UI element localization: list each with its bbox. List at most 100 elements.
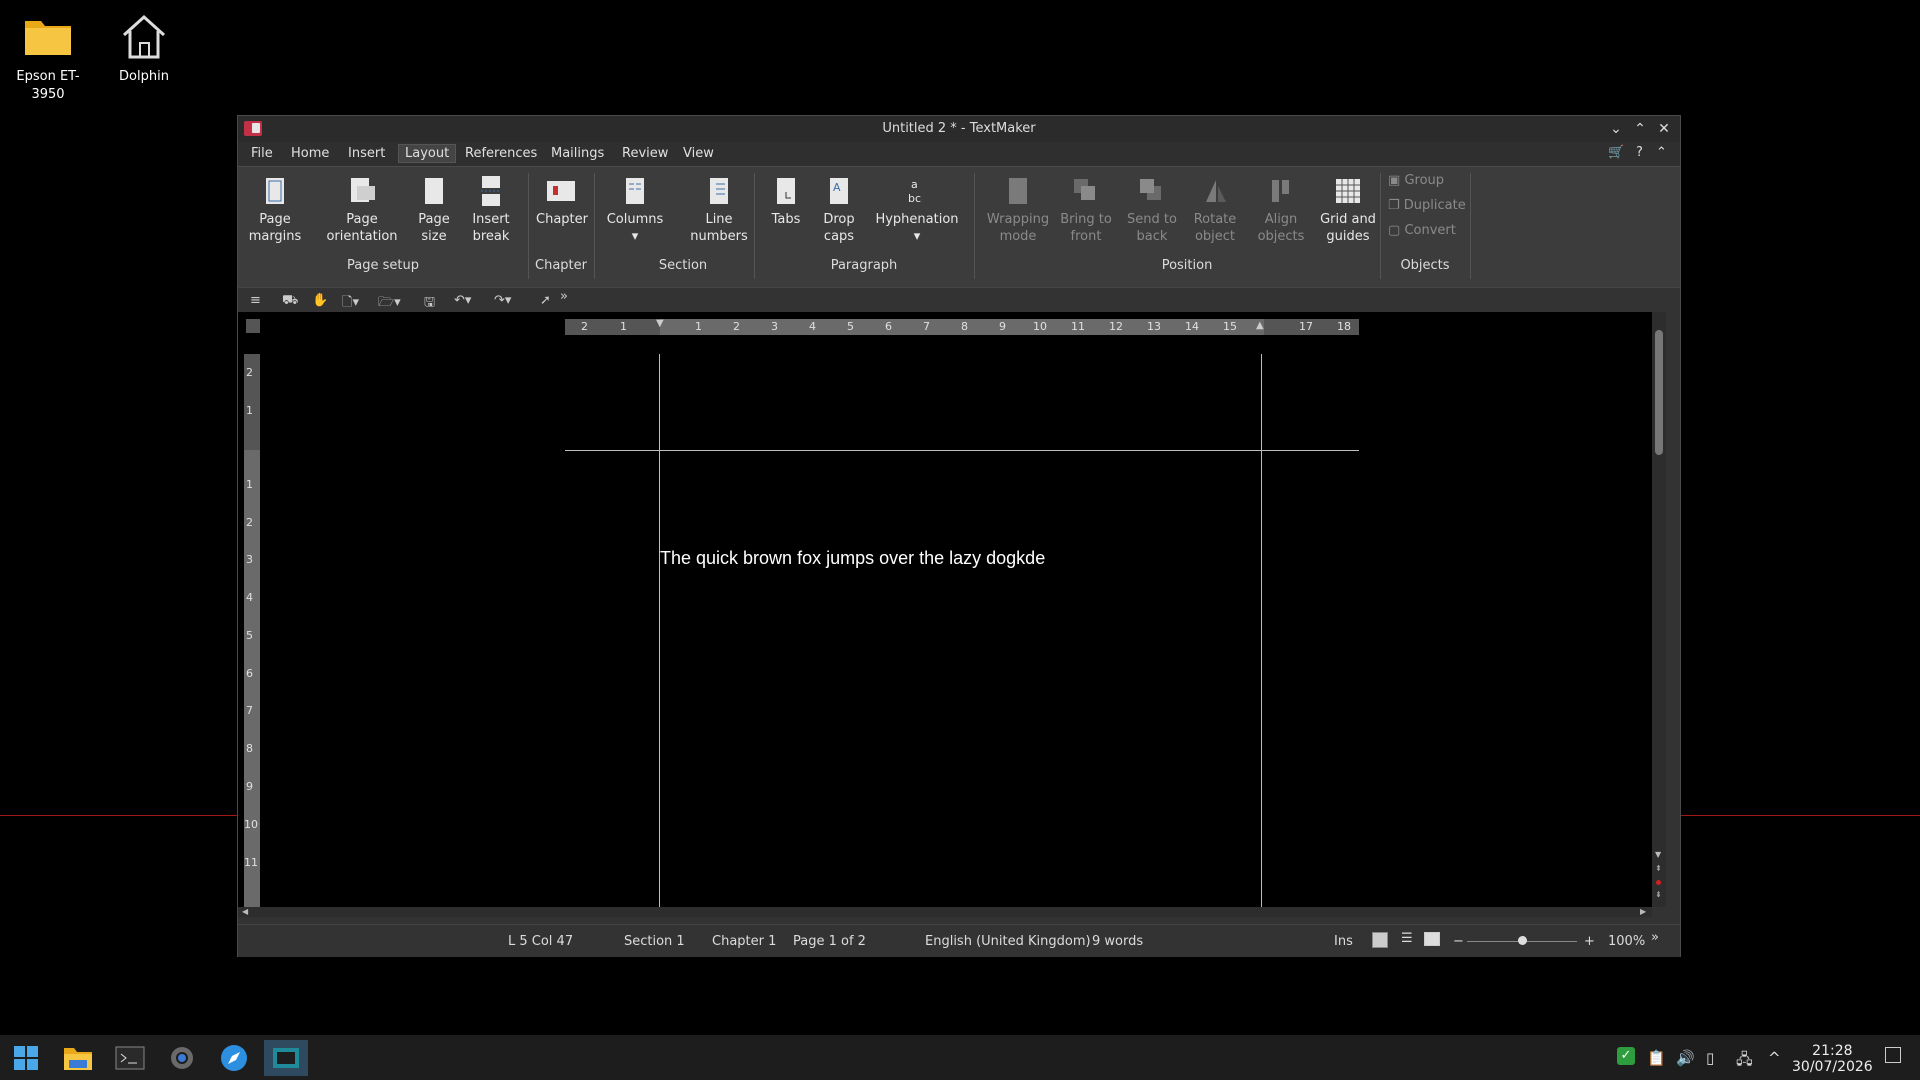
zoom-in-icon[interactable]: + [1584, 934, 1595, 949]
battery-icon[interactable]: ▯ [1706, 1049, 1714, 1067]
hand-icon[interactable]: ✋ [312, 293, 328, 308]
outline-view-icon[interactable]: ☰ [1401, 931, 1413, 946]
document-text[interactable]: The quick brown fox jumps over the lazy … [660, 548, 1045, 569]
cart-icon[interactable]: ⛟ [282, 293, 298, 310]
next-page-icon[interactable]: ⇟ [1655, 890, 1662, 899]
ruler-label: 3 [246, 553, 253, 566]
clipboard-icon[interactable]: 📋 [1647, 1049, 1666, 1067]
bring-to-front-button[interactable]: Bring to front [1054, 171, 1118, 245]
cart-icon[interactable]: 🛒 [1608, 145, 1624, 160]
ruler-label: 15 [1223, 320, 1237, 333]
ruler-label: 1 [695, 320, 702, 333]
menu-review[interactable]: Review [622, 146, 668, 161]
menu-home[interactable]: Home [291, 146, 329, 161]
chevron-down-icon: ▾ [631, 229, 639, 244]
scroll-left-icon[interactable]: ◀ [242, 907, 248, 916]
svg-text:bc: bc [908, 192, 921, 205]
hamburger-icon[interactable]: ≡ [250, 293, 261, 308]
grid-and-guides-button[interactable]: Grid and guides [1312, 171, 1384, 245]
menu-mailings[interactable]: Mailings [551, 146, 604, 161]
chapter-button[interactable]: Chapter [536, 171, 588, 228]
group-button[interactable]: ▣ Group [1388, 173, 1444, 188]
page-orientation-button[interactable]: Page orientation [322, 171, 402, 245]
taskbar-file-manager[interactable] [56, 1040, 100, 1076]
menu-view[interactable]: View [683, 146, 714, 161]
ruler-label: 14 [1185, 320, 1199, 333]
zoom-out-icon[interactable]: − [1453, 934, 1464, 949]
desktop-icon-epson[interactable]: Epson ET- 3950 [0, 8, 96, 104]
taskbar-browser[interactable] [212, 1040, 256, 1076]
title-bar[interactable]: Untitled 2 * - TextMaker ⌄ ⌃ ✕ [238, 116, 1680, 142]
tabs-button[interactable]: Tabs [764, 171, 808, 228]
desktop-icon-dolphin[interactable]: Dolphin [96, 8, 192, 86]
left-margin-guide [659, 354, 660, 907]
rotate-object-button[interactable]: Rotate object [1182, 171, 1248, 245]
minimize-icon[interactable]: ⌄ [1606, 120, 1626, 138]
status-insert-mode[interactable]: Ins [1334, 934, 1353, 949]
volume-icon[interactable]: 🔊 [1676, 1049, 1695, 1067]
zoom-level[interactable]: 100% [1608, 934, 1645, 949]
send-to-back-button[interactable]: Send to back [1120, 171, 1184, 245]
close-icon[interactable]: ✕ [1654, 120, 1674, 138]
tab-selector-icon[interactable] [246, 319, 260, 333]
right-indent-marker-icon[interactable]: ▲ [1256, 320, 1264, 331]
drop-caps-icon: A [816, 171, 862, 211]
undo-icon[interactable]: ↶▾ [454, 293, 471, 308]
wrapping-mode-button[interactable]: Wrapping mode [978, 171, 1058, 245]
svg-text:a: a [911, 178, 918, 191]
start-menu-button[interactable] [4, 1040, 48, 1076]
hyphenation-button[interactable]: a bc Hyphenation ▾ [870, 171, 964, 245]
scrollbar-thumb[interactable] [1655, 330, 1663, 455]
help-icon[interactable]: ? [1636, 145, 1643, 160]
duplicate-button[interactable]: ❐ Duplicate [1388, 198, 1466, 213]
security-check-icon[interactable]: ✓ [1617, 1047, 1635, 1065]
show-desktop-icon[interactable] [1885, 1047, 1901, 1063]
zoom-slider-handle[interactable] [1518, 936, 1527, 945]
taskbar-settings[interactable] [160, 1040, 204, 1076]
taskbar-terminal[interactable] [108, 1040, 152, 1076]
page-margins-button[interactable]: Page margins [244, 171, 306, 245]
browse-object-icon[interactable] [1656, 880, 1661, 885]
indent-marker-icon[interactable]: ▼ [656, 318, 664, 329]
drop-caps-button[interactable]: A Drop caps [816, 171, 862, 245]
horizontal-ruler[interactable]: 2 1 1 2 3 4 5 6 7 8 9 10 11 12 13 14 15 … [565, 319, 1359, 335]
line-numbers-button[interactable]: Line numbers [676, 171, 762, 245]
scroll-down-icon[interactable]: ▼ [1655, 850, 1661, 859]
page-size-button[interactable]: Page size [412, 171, 456, 245]
taskbar-textmaker[interactable] [264, 1040, 308, 1076]
clock-time: 21:28 [1812, 1043, 1853, 1059]
vertical-ruler[interactable]: 2 1 1 2 3 4 5 6 7 8 9 10 11 [244, 354, 260, 907]
top-margin-guide [565, 450, 1359, 451]
normal-view-icon[interactable] [1372, 932, 1388, 948]
page-orientation-label: Page orientation [326, 212, 398, 244]
align-objects-label: Align objects [1257, 212, 1305, 244]
network-icon[interactable]: 🖧 [1736, 1049, 1753, 1074]
menu-file[interactable]: File [251, 146, 273, 161]
document-area[interactable]: 2 1 1 2 3 4 5 6 7 8 9 10 11 12 13 14 15 … [238, 312, 1652, 907]
vertical-scrollbar[interactable]: ▼ ⇞ ⇟ [1652, 312, 1666, 907]
more-status-icon[interactable]: » [1651, 930, 1659, 945]
more-tools-icon[interactable]: » [560, 289, 568, 304]
previous-page-icon[interactable]: ⇞ [1655, 864, 1662, 873]
clock[interactable]: 21:28 30/07/2026 [1792, 1043, 1873, 1075]
insert-break-button[interactable]: Insert break [464, 171, 518, 245]
horizontal-scrollbar[interactable]: ◀ ▶ [238, 907, 1652, 917]
status-language[interactable]: English (United Kingdom) [925, 934, 1091, 949]
columns-button[interactable]: Columns ▾ [602, 171, 668, 245]
rotate-object-icon [1182, 171, 1248, 211]
menu-layout[interactable]: Layout [398, 144, 457, 163]
pointer-icon[interactable]: ➚ [540, 293, 551, 308]
tray-expand-icon[interactable]: ^ [1768, 1049, 1781, 1067]
page-view-icon[interactable] [1424, 932, 1440, 946]
convert-button[interactable]: ▢ Convert [1388, 223, 1456, 238]
rotate-object-label: Rotate object [1193, 212, 1237, 244]
ruler-label: 4 [809, 320, 816, 333]
align-objects-button[interactable]: Align objects [1248, 171, 1314, 245]
maximize-icon[interactable]: ⌃ [1630, 120, 1650, 138]
grid-icon [1312, 171, 1384, 211]
menu-references[interactable]: References [465, 146, 537, 161]
collapse-ribbon-icon[interactable]: ⌃ [1656, 145, 1667, 160]
scroll-right-icon[interactable]: ▶ [1640, 907, 1646, 916]
menu-insert[interactable]: Insert [348, 146, 385, 161]
redo-icon[interactable]: ↷▾ [494, 293, 511, 308]
